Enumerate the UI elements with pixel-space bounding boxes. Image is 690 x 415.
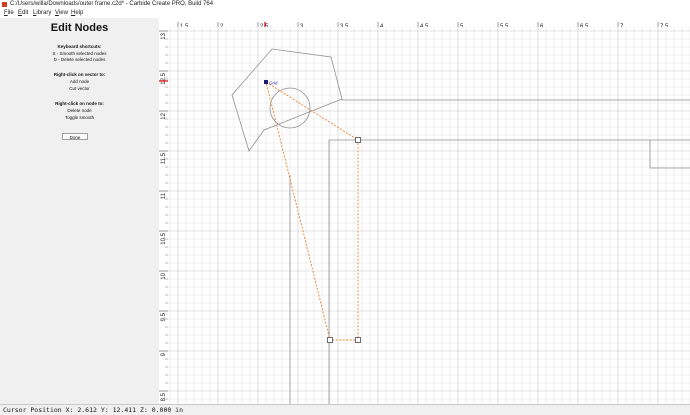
vector-add-node: Add node — [69, 79, 90, 84]
selected-vector-path[interactable] — [265, 81, 359, 341]
inner-frame-vector[interactable] — [328, 139, 690, 404]
y-tick-label: 9 — [161, 352, 167, 356]
grid-origin-node[interactable] — [264, 80, 268, 84]
shortcuts-heading: Keyboard shortcuts: — [57, 44, 102, 49]
done-button[interactable]: Done — [62, 133, 88, 140]
node-heading: Right-click on node to: — [55, 101, 104, 106]
vector-heading: Right-click on vector to: — [53, 72, 106, 77]
app-icon — [2, 2, 7, 7]
vector-cut: Cut vector — [69, 86, 90, 91]
design-canvas[interactable]: Grid — [168, 27, 690, 404]
menu-edit[interactable]: Edit — [18, 9, 28, 18]
selected-node[interactable] — [327, 337, 333, 343]
grid-label: Grid — [269, 81, 278, 86]
y-tick-label: 11 — [161, 192, 167, 199]
window-title: C:/Users/willa/Downloads/outer frame.c2d… — [10, 1, 214, 7]
status-bar: Cursor Position X: 2.612 Y: 12.411 Z: 0.… — [0, 404, 690, 415]
ruler-corner — [159, 18, 168, 27]
title-bar: C:/Users/willa/Downloads/outer frame.c2d… — [0, 0, 690, 9]
hexagon-vector[interactable] — [231, 48, 343, 152]
menu-bar: File Edit Library View Help — [0, 9, 690, 18]
panel-title: Edit Nodes — [50, 22, 109, 34]
y-tick-label: 11.5 — [161, 152, 167, 164]
grid — [168, 27, 690, 404]
menu-file[interactable]: File — [4, 9, 14, 18]
right-frame-notch[interactable] — [649, 140, 690, 169]
menu-view[interactable]: View — [55, 9, 68, 18]
y-tick-label: 10.5 — [161, 232, 167, 244]
selected-node[interactable] — [355, 137, 361, 143]
node-delete: Delete node — [67, 108, 92, 113]
y-tick-label: 12 — [161, 112, 167, 119]
canvas-svg[interactable]: Grid — [168, 27, 690, 404]
selected-node[interactable] — [355, 337, 361, 343]
shortcut-delete: D - Delete selected nodes — [53, 57, 106, 62]
y-tick-label: 13 — [161, 32, 167, 39]
y-tick-label: 12.5 — [161, 72, 167, 84]
menu-library[interactable]: Library — [33, 9, 51, 18]
menu-help[interactable]: Help — [71, 9, 83, 18]
y-tick-label: 10 — [161, 272, 167, 279]
y-tick-label: 8.5 — [161, 392, 167, 401]
y-tick-label: 9.5 — [161, 312, 167, 321]
vertical-ruler-svg: 13 12.5 12 11.5 11 10.5 10 9.5 9 8.5 — [159, 30, 168, 415]
cursor-position: Cursor Position X: 2.612 Y: 12.411 Z: 0.… — [3, 406, 184, 414]
node-toggle-smooth: Toggle smooth — [64, 115, 95, 120]
edit-nodes-panel: Edit Nodes Keyboard shortcuts: S - Smoot… — [0, 18, 160, 404]
